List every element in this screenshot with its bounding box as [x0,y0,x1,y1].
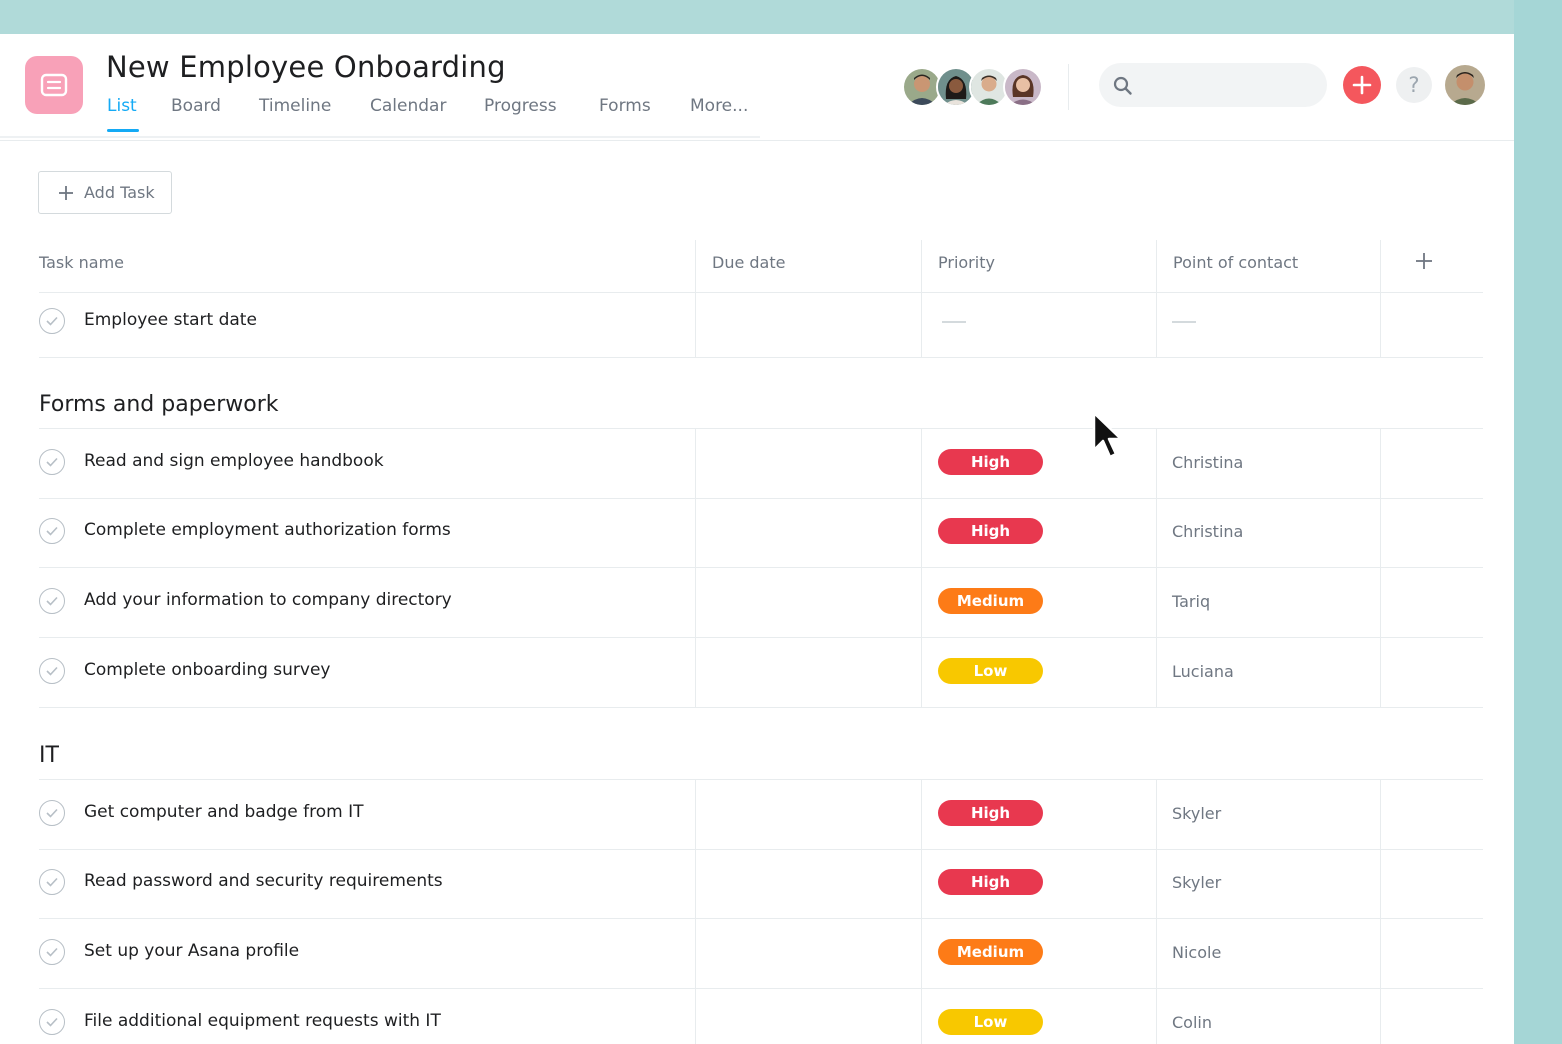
check-icon [46,808,58,818]
task-row[interactable]: Employee start date [39,288,1483,358]
project-header: New Employee Onboarding List Board Timel… [0,34,1514,141]
check-icon [46,596,58,606]
check-icon [46,526,58,536]
check-icon [46,1017,58,1027]
user-avatar[interactable] [1445,65,1485,105]
project-icon[interactable] [25,56,83,114]
project-members[interactable] [902,67,1043,107]
priority-badge[interactable]: Low [938,658,1043,684]
person-icon [1005,69,1041,105]
contact-name[interactable]: Skyler [1172,873,1221,892]
person-icon [904,69,940,105]
contact-name[interactable]: Tariq [1172,592,1210,611]
tab-forms[interactable]: Forms [599,96,651,132]
priority-badge[interactable]: High [938,449,1043,475]
priority-badge[interactable]: Medium [938,939,1043,965]
task-name[interactable]: Set up your Asana profile [84,941,299,961]
window-top-band [0,0,1514,34]
contact-name[interactable]: Skyler [1172,804,1221,823]
task-row[interactable]: Read password and security requirements … [39,849,1483,919]
list-icon [40,73,68,97]
tab-board[interactable]: Board [171,96,221,132]
priority-badge[interactable]: High [938,869,1043,895]
add-column-icon[interactable] [1415,252,1433,270]
section-header[interactable]: Forms and paperwork [39,392,279,417]
complete-checkbox[interactable] [39,658,65,684]
complete-checkbox[interactable] [39,869,65,895]
tab-more[interactable]: More... [690,96,748,132]
task-row[interactable]: Read and sign employee handbook High Chr… [39,429,1483,499]
task-name[interactable]: File additional equipment requests with … [84,1011,441,1031]
window-right-band [1514,0,1562,1044]
check-icon [46,947,58,957]
contact-name[interactable]: Luciana [1172,662,1234,681]
priority-badge[interactable]: Medium [938,588,1043,614]
member-avatar[interactable] [1003,67,1043,107]
column-header-due-date[interactable]: Due date [712,253,785,272]
complete-checkbox[interactable] [39,518,65,544]
contact-name[interactable]: Christina [1172,522,1243,541]
task-row[interactable]: Complete onboarding survey Low Luciana [39,638,1483,708]
add-task-button[interactable]: Add Task [38,171,172,214]
priority-badge[interactable]: High [938,800,1043,826]
empty-priority[interactable] [942,321,966,323]
task-name[interactable]: Read password and security requirements [84,871,443,891]
check-icon [46,316,58,326]
column-header-priority[interactable]: Priority [938,253,995,272]
check-icon [46,666,58,676]
tab-list[interactable]: List [107,96,139,132]
task-row[interactable]: Get computer and badge from IT High Skyl… [39,780,1483,850]
project-title: New Employee Onboarding [106,50,506,84]
help-button[interactable]: ? [1396,67,1432,103]
complete-checkbox[interactable] [39,449,65,475]
complete-checkbox[interactable] [39,1009,65,1035]
quick-add-button[interactable] [1343,66,1381,104]
complete-checkbox[interactable] [39,939,65,965]
column-header-point-of-contact[interactable]: Point of contact [1173,253,1298,272]
search-icon [1113,76,1132,95]
contact-name[interactable]: Christina [1172,453,1243,472]
search-input[interactable] [1099,63,1327,107]
mouse-cursor-icon [1092,411,1123,459]
check-icon [46,457,58,467]
tab-timeline[interactable]: Timeline [259,96,331,132]
task-row[interactable]: File additional equipment requests with … [39,989,1483,1044]
add-task-label: Add Task [84,183,155,202]
task-row[interactable]: Complete employment authorization forms … [39,498,1483,568]
contact-name[interactable]: Colin [1172,1013,1212,1032]
check-icon [46,877,58,887]
tab-calendar[interactable]: Calendar [370,96,446,132]
tab-progress[interactable]: Progress [484,96,557,132]
column-header-task-name[interactable]: Task name [39,253,124,272]
task-name[interactable]: Add your information to company director… [84,590,452,610]
complete-checkbox[interactable] [39,800,65,826]
contact-name[interactable]: Nicole [1172,943,1221,962]
task-name[interactable]: Get computer and badge from IT [84,802,364,822]
task-name[interactable]: Employee start date [84,310,257,330]
task-name[interactable]: Complete onboarding survey [84,660,331,680]
task-row[interactable]: Add your information to company director… [39,568,1483,638]
plus-icon [59,185,73,200]
complete-checkbox[interactable] [39,588,65,614]
priority-badge[interactable]: Low [938,1009,1043,1035]
header-divider [1068,64,1069,110]
task-name[interactable]: Complete employment authorization forms [84,520,451,540]
section-header[interactable]: IT [39,743,59,768]
empty-contact[interactable] [1172,321,1196,323]
complete-checkbox[interactable] [39,308,65,334]
priority-badge[interactable]: High [938,518,1043,544]
table-header: Task name Due date Priority Point of con… [39,240,1483,293]
task-name[interactable]: Read and sign employee handbook [84,451,384,471]
app-window: New Employee Onboarding List Board Timel… [0,34,1514,1044]
plus-icon [1352,75,1372,95]
tabs-divider [0,136,760,138]
task-row[interactable]: Set up your Asana profile Medium Nicole [39,919,1483,989]
person-icon [1445,65,1485,105]
person-icon [971,69,1007,105]
